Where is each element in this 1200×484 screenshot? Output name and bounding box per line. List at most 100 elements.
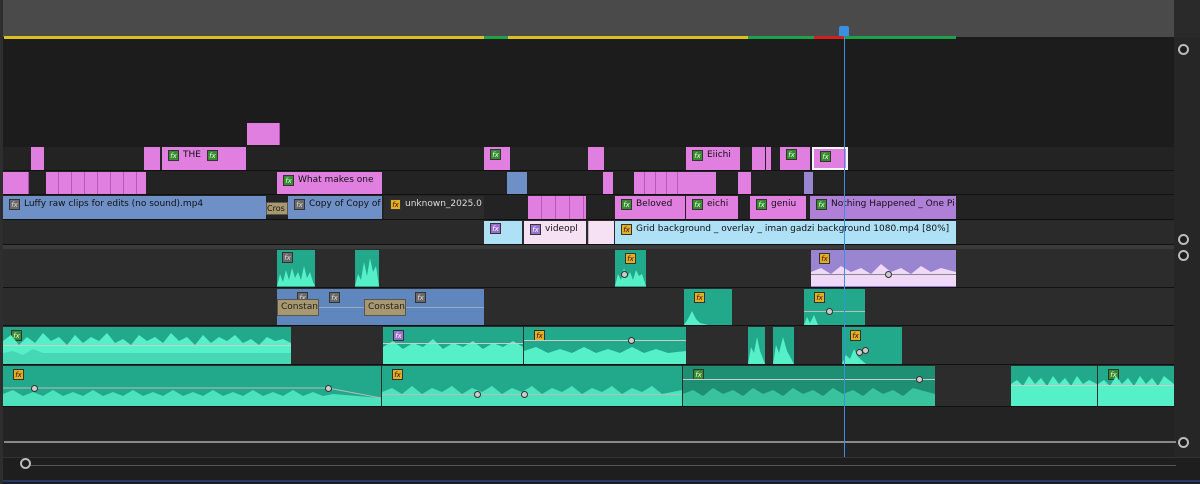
clip-pink-v4-3[interactable]: fx <box>484 147 510 170</box>
keyframe[interactable] <box>474 391 481 398</box>
ruler-right-panel <box>1174 0 1200 37</box>
volume-line <box>804 311 865 312</box>
audio-clip-a1-2[interactable] <box>355 250 379 287</box>
clip-pink-v4-5[interactable] <box>752 147 765 170</box>
clip-unknown-2025[interactable]: fx unknown_2025.0 <box>384 196 484 219</box>
clip-luffy-raw[interactable]: fx Luffy raw clips for edits (no sound).m… <box>3 196 266 219</box>
audio-clip-a4-1[interactable]: fx <box>3 366 381 406</box>
fx-icon: fx <box>392 369 403 380</box>
audio-empty-area <box>3 407 1174 457</box>
audio-clip-a2-2[interactable]: fx <box>804 289 865 325</box>
keyframe[interactable] <box>325 385 332 392</box>
transition-constant-1[interactable]: Constant <box>277 299 319 316</box>
clip-pink-v2-1[interactable] <box>528 196 586 219</box>
clip-eiichi[interactable]: fx Eiichi <box>686 147 740 170</box>
fx-icon: fx <box>294 199 305 210</box>
vertical-scrollbar[interactable] <box>1174 37 1200 457</box>
clip-selected-v4[interactable]: fx <box>812 147 848 170</box>
audio-clip-a3-5[interactable] <box>773 327 794 364</box>
audio-clip-a2-1[interactable]: fx <box>684 289 732 325</box>
audio-clip-a3-2[interactable]: fx <box>383 327 523 364</box>
fx-icon: fx <box>168 150 179 161</box>
clip-pink-v3-2[interactable] <box>46 172 146 194</box>
fx-icon: fx <box>329 292 340 303</box>
keyframe[interactable] <box>885 271 892 278</box>
fx-icon: fx <box>756 199 767 210</box>
transition-label: Constant <box>368 302 406 312</box>
horizontal-scroll-handle-left[interactable] <box>20 458 31 469</box>
clip-label: Beloved <box>636 199 673 209</box>
clip-the[interactable]: fx THE fx <box>162 147 246 170</box>
audio-clip-a1-3[interactable]: fx <box>615 250 646 287</box>
audio-clip-a4-4[interactable] <box>1011 366 1097 406</box>
clip-what-makes-one[interactable]: fx What makes one <box>277 172 382 194</box>
clip-beloved[interactable]: fx Beloved <box>615 196 685 219</box>
keyframe[interactable] <box>916 376 923 383</box>
transition-label: Cros <box>267 204 285 213</box>
clip-pink-v3-4[interactable] <box>634 172 686 194</box>
clip-pink-v4-6[interactable] <box>766 147 771 170</box>
audio-clip-a3-1[interactable]: fx <box>3 327 291 364</box>
clip-pink-v3-3[interactable] <box>603 172 613 194</box>
keyframe[interactable] <box>621 271 628 278</box>
clip-pink-v4-7[interactable]: fx <box>780 147 810 170</box>
audio-scroll-handle-bottom[interactable] <box>1178 437 1189 448</box>
clip-lavender-v3[interactable] <box>804 172 813 194</box>
clip-nothing-happened[interactable]: fx Nothing Happened _ One Pi <box>810 196 956 219</box>
audio-clip-a3-3[interactable]: fx <box>524 327 686 364</box>
video-scroll-handle-bottom[interactable] <box>1178 234 1189 245</box>
audio-clip-a3-6[interactable]: fx <box>842 327 902 364</box>
fx-icon: fx <box>816 199 827 210</box>
keyframe[interactable] <box>521 391 528 398</box>
clip-grid-background[interactable]: fx Grid background _ overlay _ iman gadzi… <box>615 221 956 244</box>
fx-icon: fx <box>283 175 294 186</box>
audio-track-1 <box>3 249 1174 288</box>
clip-label: videopl <box>545 224 578 234</box>
clip-copy-of-copy[interactable]: fx Copy of Copy of <box>288 196 382 219</box>
video-empty-area <box>3 39 1174 147</box>
clip-pink-v5-a[interactable] <box>247 123 280 145</box>
keyframe[interactable] <box>628 337 635 344</box>
audio-clip-a4-2[interactable]: fx <box>382 366 682 406</box>
clip-pink-v3-6[interactable] <box>738 172 751 194</box>
audio-clip-a4-3[interactable]: fx <box>683 366 935 406</box>
audio-clip-a3-4[interactable] <box>748 327 765 364</box>
clip-videopl[interactable]: fx videopl <box>524 221 586 244</box>
fx-icon: fx <box>621 199 632 210</box>
transition-cross[interactable]: Cros <box>266 202 288 215</box>
audio-waveform <box>615 268 646 286</box>
clip-label: Luffy raw clips for edits (no sound).mp4 <box>24 199 204 209</box>
clip-pink-v4-2[interactable] <box>144 147 160 170</box>
playhead-line[interactable] <box>844 34 845 457</box>
volume-line <box>524 340 686 341</box>
volume-line <box>1011 385 1097 386</box>
clip-blue-v3[interactable] <box>507 172 527 194</box>
clip-label: Grid background _ overlay _ iman gadzi b… <box>636 224 950 234</box>
clip-label: Nothing Happened _ One Pi <box>831 199 955 209</box>
clip-pink-v3-5[interactable] <box>686 172 716 194</box>
audio-clip-a1-lavender[interactable]: fx <box>811 250 956 287</box>
transition-constant-2[interactable]: Constant <box>364 299 406 316</box>
audio-scroll-handle-top[interactable] <box>1178 250 1189 261</box>
audio-waveform <box>3 333 291 364</box>
audio-clip-a4-5[interactable]: fx <box>1098 366 1174 406</box>
time-ruler[interactable] <box>0 0 1174 37</box>
clip-lightpink-v1[interactable] <box>588 221 614 244</box>
clip-geniu[interactable]: fx geniu <box>750 196 806 219</box>
clip-pink-v4-1[interactable] <box>31 147 44 170</box>
video-scroll-handle-top[interactable] <box>1178 44 1189 55</box>
horizontal-scroll-thumb[interactable] <box>26 465 1176 466</box>
fx-icon: fx <box>621 224 632 235</box>
fx-icon: fx <box>694 292 705 303</box>
keyframe[interactable] <box>31 385 38 392</box>
fx-icon: fx <box>282 252 293 263</box>
fx-icon: fx <box>814 292 825 303</box>
clip-lightblue-v1-1[interactable]: fx <box>484 221 522 244</box>
keyframe[interactable] <box>862 347 869 354</box>
fx-icon: fx <box>692 199 703 210</box>
audio-clip-a1-1[interactable]: fx <box>277 250 315 287</box>
clip-pink-v3-1[interactable] <box>3 172 29 194</box>
audio-master-line <box>4 441 1176 443</box>
clip-eichi[interactable]: fx eichi <box>686 196 738 219</box>
clip-pink-v4-4[interactable] <box>588 147 604 170</box>
